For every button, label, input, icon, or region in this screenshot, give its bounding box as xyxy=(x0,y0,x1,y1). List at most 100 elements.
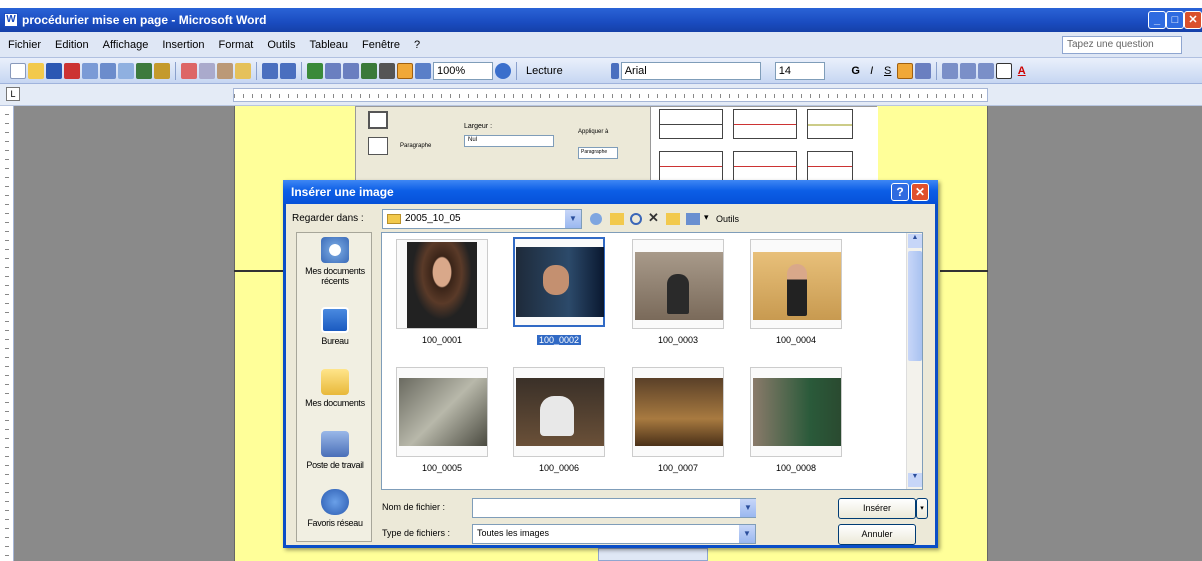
menu-affichage[interactable]: Affichage xyxy=(103,39,149,51)
maximize-icon[interactable]: □ xyxy=(1166,11,1184,29)
place-recent[interactable]: Mes documents récents xyxy=(297,237,373,286)
chevron-down-icon[interactable]: ▼ xyxy=(739,525,755,543)
insert-options-icon[interactable]: ▾ xyxy=(916,498,928,519)
thumbnail-100_0005[interactable] xyxy=(396,367,488,457)
thumbnail-100_0003[interactable] xyxy=(632,239,724,329)
cut-icon[interactable] xyxy=(181,62,197,79)
place-my-documents[interactable]: Mes documents xyxy=(297,369,373,408)
menu-help[interactable]: ? xyxy=(414,39,420,51)
question-input[interactable]: Tapez une question xyxy=(1062,36,1182,54)
columns-icon[interactable] xyxy=(379,62,395,79)
place-desktop[interactable]: Bureau xyxy=(297,307,373,346)
place-network[interactable]: Favoris réseau xyxy=(297,489,373,528)
chevron-down-icon[interactable]: ▼ xyxy=(565,210,581,228)
underline-icon[interactable]: S xyxy=(881,65,895,77)
vertical-scrollbar[interactable]: ▲ ▼ xyxy=(906,233,922,489)
bullets-icon[interactable] xyxy=(959,62,976,79)
menu-format[interactable]: Format xyxy=(219,39,254,51)
insert-excel-icon[interactable] xyxy=(361,62,377,79)
tools-menu[interactable]: Outils xyxy=(716,214,739,224)
new-icon[interactable] xyxy=(10,62,26,79)
reading-layout-button[interactable]: Lecture xyxy=(522,65,567,77)
menu-fenetre[interactable]: Fenêtre xyxy=(362,39,400,51)
tables-borders-icon[interactable] xyxy=(325,62,341,79)
filetype-select[interactable]: Toutes les images ▼ xyxy=(472,524,756,544)
file-label[interactable]: 100_0006 xyxy=(513,463,605,473)
zoom-select[interactable]: 100% xyxy=(433,61,493,80)
menu-edition[interactable]: Edition xyxy=(55,39,89,51)
italic-icon[interactable]: I xyxy=(865,65,879,77)
up-folder-icon[interactable] xyxy=(610,213,624,225)
styles-icon[interactable] xyxy=(610,62,619,79)
copy-icon[interactable] xyxy=(199,62,215,79)
file-label[interactable]: 100_0008 xyxy=(750,463,842,473)
document-map-icon[interactable] xyxy=(415,62,431,79)
font-select[interactable]: Arial xyxy=(620,61,761,80)
menu-tableau[interactable]: Tableau xyxy=(310,39,349,51)
file-label[interactable]: 100_0004 xyxy=(750,335,842,345)
search-web-icon[interactable] xyxy=(630,213,642,225)
vertical-ruler[interactable] xyxy=(0,106,14,561)
filename-input[interactable] xyxy=(472,498,756,518)
print-preview-icon[interactable] xyxy=(118,62,134,79)
minimize-icon[interactable]: _ xyxy=(1148,11,1166,29)
help-icon[interactable] xyxy=(495,62,511,79)
file-label[interactable]: 100_0001 xyxy=(396,335,488,345)
scroll-down-icon[interactable]: ▼ xyxy=(908,473,922,487)
paste-icon[interactable] xyxy=(217,62,233,79)
scrollbar-thumb[interactable] xyxy=(908,251,922,361)
menu-insertion[interactable]: Insertion xyxy=(162,39,204,51)
look-in-select[interactable]: 2005_10_05 ▼ xyxy=(382,209,582,229)
back-icon[interactable] xyxy=(590,213,602,225)
justify-icon[interactable] xyxy=(914,62,931,79)
dialog-close-button[interactable]: ✕ xyxy=(911,183,929,201)
undo-icon[interactable] xyxy=(262,62,278,79)
file-label-selected[interactable]: 100_0002 xyxy=(513,335,605,345)
menu-fichier[interactable]: Fichier xyxy=(8,39,41,51)
format-painter-icon[interactable] xyxy=(235,62,251,79)
cancel-button[interactable]: Annuler xyxy=(838,524,916,545)
delete-icon[interactable]: ✕ xyxy=(648,210,659,226)
thumbnail-100_0007[interactable] xyxy=(632,367,724,457)
borders-icon[interactable] xyxy=(995,62,1012,79)
open-icon[interactable] xyxy=(28,62,44,79)
file-label[interactable]: 100_0003 xyxy=(632,335,724,345)
spelling-icon[interactable] xyxy=(136,62,152,79)
scroll-up-icon[interactable]: ▲ xyxy=(908,234,922,248)
research-icon[interactable] xyxy=(154,62,170,79)
insert-table-icon[interactable] xyxy=(343,62,359,79)
file-label[interactable]: 100_0007 xyxy=(632,463,724,473)
hyperlink-icon[interactable] xyxy=(307,62,323,79)
menu-outils[interactable]: Outils xyxy=(267,39,295,51)
thumbnail-100_0008[interactable] xyxy=(750,367,842,457)
drawing-icon[interactable] xyxy=(397,62,413,79)
help-button[interactable]: ? xyxy=(891,183,909,201)
insert-button[interactable]: Insérer xyxy=(838,498,916,519)
indent-icon[interactable] xyxy=(977,62,994,79)
filename-dropdown-icon[interactable]: ▼ xyxy=(740,499,756,517)
views-chevron-icon[interactable]: ▾ xyxy=(704,212,709,223)
tab-selector-icon[interactable]: L xyxy=(6,87,20,101)
place-my-computer[interactable]: Poste de travail xyxy=(297,431,373,470)
word-app-icon[interactable]: W xyxy=(4,13,18,27)
thumbnail-100_0001[interactable] xyxy=(396,239,488,329)
permission-icon[interactable] xyxy=(64,62,80,79)
email-icon[interactable] xyxy=(82,62,98,79)
redo-icon[interactable] xyxy=(280,62,296,79)
new-folder-icon[interactable] xyxy=(666,213,680,225)
file-label[interactable]: 100_0005 xyxy=(396,463,488,473)
numbering-icon[interactable] xyxy=(941,62,958,79)
save-icon[interactable] xyxy=(46,62,62,79)
file-list[interactable]: 100_0001 100_0002 100_0003 100_0004 100_… xyxy=(381,232,923,490)
horizontal-ruler[interactable] xyxy=(233,88,988,102)
views-icon[interactable] xyxy=(686,213,700,225)
align-left-icon[interactable] xyxy=(896,62,913,79)
bold-icon[interactable]: G xyxy=(849,65,863,77)
print-icon[interactable] xyxy=(100,62,116,79)
thumbnail-100_0004[interactable] xyxy=(750,239,842,329)
thumbnail-100_0006[interactable] xyxy=(513,367,605,457)
font-size-select[interactable]: 14 xyxy=(774,61,825,80)
thumbnail-100_0002[interactable] xyxy=(513,237,605,327)
close-icon[interactable]: ✕ xyxy=(1184,11,1202,29)
font-color-icon[interactable]: A xyxy=(1014,65,1030,77)
